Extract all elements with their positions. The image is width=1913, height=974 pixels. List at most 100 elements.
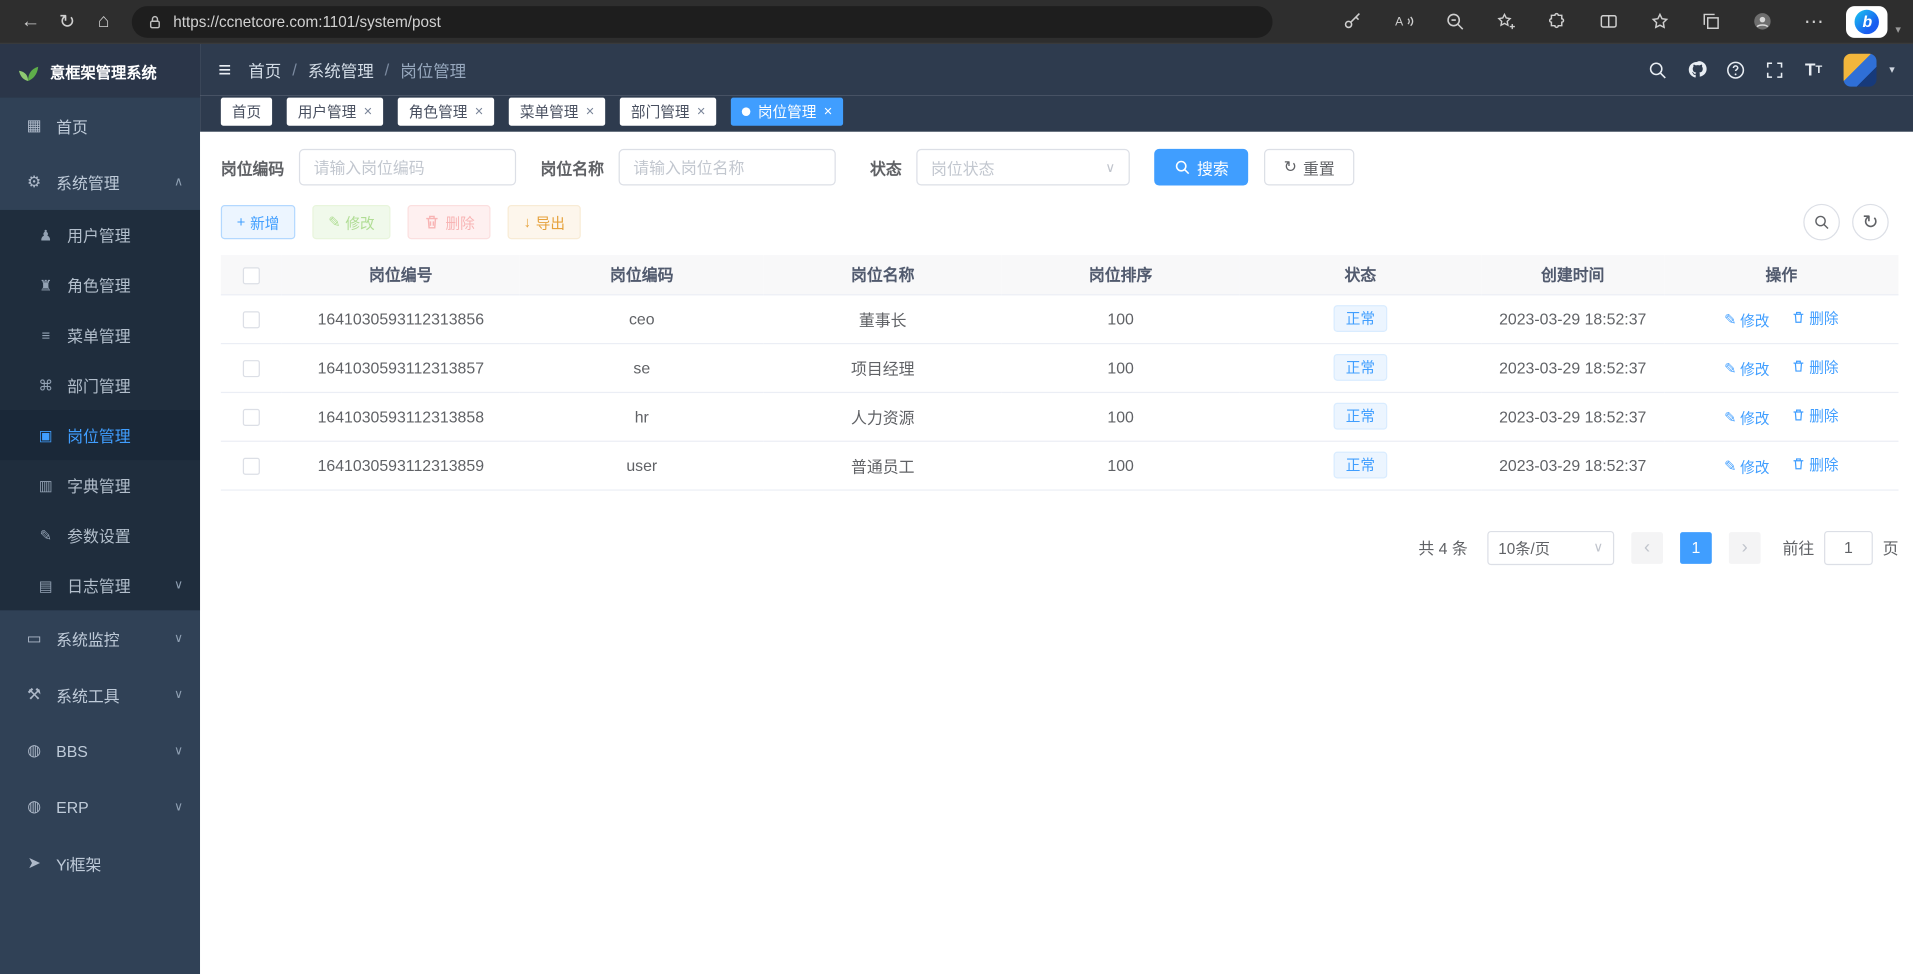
more-menu-icon[interactable]: ⋯ bbox=[1795, 4, 1832, 38]
home-icon[interactable]: ⌂ bbox=[85, 4, 122, 38]
edit-icon: ✎ bbox=[328, 214, 340, 231]
sidebar-item-label: 角色管理 bbox=[67, 273, 130, 296]
sidebar-item-parameters[interactable]: ✎ 参数设置 bbox=[0, 510, 200, 560]
cell-post-sort: 100 bbox=[1002, 294, 1240, 343]
filter-form: 岗位编码 岗位名称 状态 岗位状态 ∨ 搜索 ↻ 重置 bbox=[221, 149, 1899, 186]
sidebar-item-system[interactable]: ⚙ 系统管理 ∧ bbox=[0, 154, 200, 210]
url-bar[interactable]: https://ccnetcore.com:1101/system/post bbox=[132, 5, 1273, 37]
sidebar-item-users[interactable]: ♟ 用户管理 bbox=[0, 210, 200, 260]
reset-button-label: 重置 bbox=[1303, 156, 1335, 179]
row-delete-button[interactable]: 删除 bbox=[1791, 356, 1839, 377]
sidebar-item-bbs[interactable]: ◍ BBS ∨ bbox=[0, 723, 200, 779]
tab-roles[interactable]: 角色管理 × bbox=[398, 97, 494, 125]
next-page-button[interactable]: › bbox=[1729, 532, 1761, 564]
row-edit-button[interactable]: ✎修改 bbox=[1724, 358, 1769, 379]
row-delete-button[interactable]: 删除 bbox=[1791, 453, 1839, 474]
collapse-sidebar-icon[interactable]: ≡ bbox=[218, 57, 231, 83]
split-screen-icon[interactable] bbox=[1590, 4, 1627, 38]
row-checkbox[interactable] bbox=[243, 311, 260, 328]
current-page-button[interactable]: 1 bbox=[1680, 532, 1712, 564]
row-edit-button[interactable]: ✎修改 bbox=[1724, 456, 1769, 477]
breadcrumb-separator: / bbox=[385, 60, 390, 78]
help-icon[interactable] bbox=[1722, 56, 1749, 83]
post-code-input[interactable] bbox=[299, 149, 516, 186]
breadcrumb-home[interactable]: 首页 bbox=[248, 57, 281, 81]
close-icon[interactable]: × bbox=[824, 103, 833, 120]
fullscreen-icon[interactable] bbox=[1761, 56, 1788, 83]
github-icon[interactable] bbox=[1683, 56, 1710, 83]
close-icon[interactable]: × bbox=[697, 103, 706, 120]
column-created: 创建时间 bbox=[1481, 255, 1664, 294]
url-text: https://ccnetcore.com:1101/system/post bbox=[173, 13, 441, 30]
page-size-select[interactable]: 10条/页 ∨ bbox=[1487, 530, 1614, 564]
sidebar-item-tools[interactable]: ⚒ 系统工具 ∨ bbox=[0, 666, 200, 722]
sidebar-item-roles[interactable]: ♜ 角色管理 bbox=[0, 260, 200, 310]
row-delete-button[interactable]: 删除 bbox=[1791, 405, 1839, 426]
tab-posts[interactable]: 岗位管理 × bbox=[731, 97, 843, 125]
sidebar-item-monitor[interactable]: ▭ 系统监控 ∨ bbox=[0, 610, 200, 666]
gear-icon: ⚙ bbox=[24, 172, 44, 192]
sidebar-item-dictionary[interactable]: ▥ 字典管理 bbox=[0, 460, 200, 510]
favorites-icon[interactable] bbox=[1642, 4, 1679, 38]
tab-departments[interactable]: 部门管理 × bbox=[620, 97, 716, 125]
select-all-checkbox[interactable] bbox=[243, 267, 260, 284]
row-edit-button[interactable]: ✎修改 bbox=[1724, 407, 1769, 428]
tab-home[interactable]: 首页 bbox=[221, 97, 272, 125]
delete-button[interactable]: 删除 bbox=[408, 205, 491, 239]
row-checkbox[interactable] bbox=[243, 457, 260, 474]
collections-icon[interactable] bbox=[1693, 4, 1730, 38]
status-select[interactable]: 岗位状态 ∨ bbox=[916, 149, 1130, 186]
extensions-icon[interactable] bbox=[1539, 4, 1576, 38]
sidebar-item-label: 首页 bbox=[56, 114, 88, 137]
close-icon[interactable]: × bbox=[586, 103, 595, 120]
breadcrumb: 首页 / 系统管理 / 岗位管理 bbox=[248, 57, 466, 81]
row-delete-button[interactable]: 删除 bbox=[1791, 307, 1839, 328]
search-icon[interactable] bbox=[1644, 56, 1671, 83]
cell-post-code: se bbox=[520, 343, 764, 392]
edit-button[interactable]: ✎ 修改 bbox=[312, 205, 390, 239]
avatar[interactable] bbox=[1844, 53, 1877, 86]
search-button[interactable]: 搜索 bbox=[1154, 149, 1248, 186]
sidebar-item-logs[interactable]: ▤ 日志管理 ∨ bbox=[0, 560, 200, 610]
sidebar-item-label: 字典管理 bbox=[67, 474, 130, 497]
post-name-input[interactable] bbox=[619, 149, 836, 186]
sidebar-item-departments[interactable]: ⌘ 部门管理 bbox=[0, 360, 200, 410]
profile-avatar-icon[interactable] bbox=[1744, 4, 1781, 38]
copilot-caret-icon[interactable]: ▾ bbox=[1895, 23, 1901, 39]
tab-menus[interactable]: 菜单管理 × bbox=[509, 97, 605, 125]
sidebar: 意框架管理系统 ▦ 首页 ⚙ 系统管理 ∧ ♟ 用户管理 ♜ 角色管理 bbox=[0, 44, 200, 974]
zoom-icon[interactable] bbox=[1437, 4, 1474, 38]
show-search-button[interactable] bbox=[1803, 204, 1840, 241]
sidebar-item-posts[interactable]: ▣ 岗位管理 bbox=[0, 410, 200, 460]
cell-post-code: user bbox=[520, 441, 764, 490]
row-checkbox[interactable] bbox=[243, 409, 260, 426]
export-button[interactable]: ↓ 导出 bbox=[508, 205, 581, 239]
breadcrumb-system[interactable]: 系统管理 bbox=[308, 57, 374, 81]
read-aloud-icon[interactable]: A bbox=[1385, 4, 1422, 38]
close-icon[interactable]: × bbox=[475, 103, 484, 120]
sidebar-item-label: 系统工具 bbox=[56, 683, 119, 706]
add-button[interactable]: + 新增 bbox=[221, 205, 295, 239]
reload-icon[interactable]: ↻ bbox=[49, 4, 86, 38]
sidebar-item-yi-framework[interactable]: ➤ Yi框架 bbox=[0, 835, 200, 891]
sidebar-item-home[interactable]: ▦ 首页 bbox=[0, 98, 200, 154]
sidebar-item-erp[interactable]: ◍ ERP ∨ bbox=[0, 779, 200, 835]
cell-post-name: 人力资源 bbox=[764, 392, 1002, 441]
chevron-up-icon: ∧ bbox=[174, 175, 183, 188]
row-checkbox[interactable] bbox=[243, 360, 260, 377]
sidebar-item-menus[interactable]: ≡ 菜单管理 bbox=[0, 310, 200, 360]
avatar-caret-icon[interactable]: ▾ bbox=[1889, 63, 1895, 76]
password-key-icon[interactable] bbox=[1334, 4, 1371, 38]
favorites-add-icon[interactable] bbox=[1488, 4, 1525, 38]
back-icon[interactable]: ← bbox=[12, 4, 49, 38]
copilot-button[interactable]: b bbox=[1847, 5, 1888, 37]
close-icon[interactable]: × bbox=[364, 103, 373, 120]
goto-page-input[interactable] bbox=[1824, 530, 1873, 564]
reset-button[interactable]: ↻ 重置 bbox=[1264, 149, 1354, 186]
refresh-table-button[interactable]: ↻ bbox=[1852, 204, 1889, 241]
prev-page-button[interactable]: ‹ bbox=[1631, 532, 1663, 564]
tab-users[interactable]: 用户管理 × bbox=[287, 97, 383, 125]
row-edit-button[interactable]: ✎修改 bbox=[1724, 309, 1769, 330]
text-size-icon[interactable]: TT bbox=[1800, 56, 1827, 83]
goto-label: 前往 bbox=[1783, 536, 1815, 559]
